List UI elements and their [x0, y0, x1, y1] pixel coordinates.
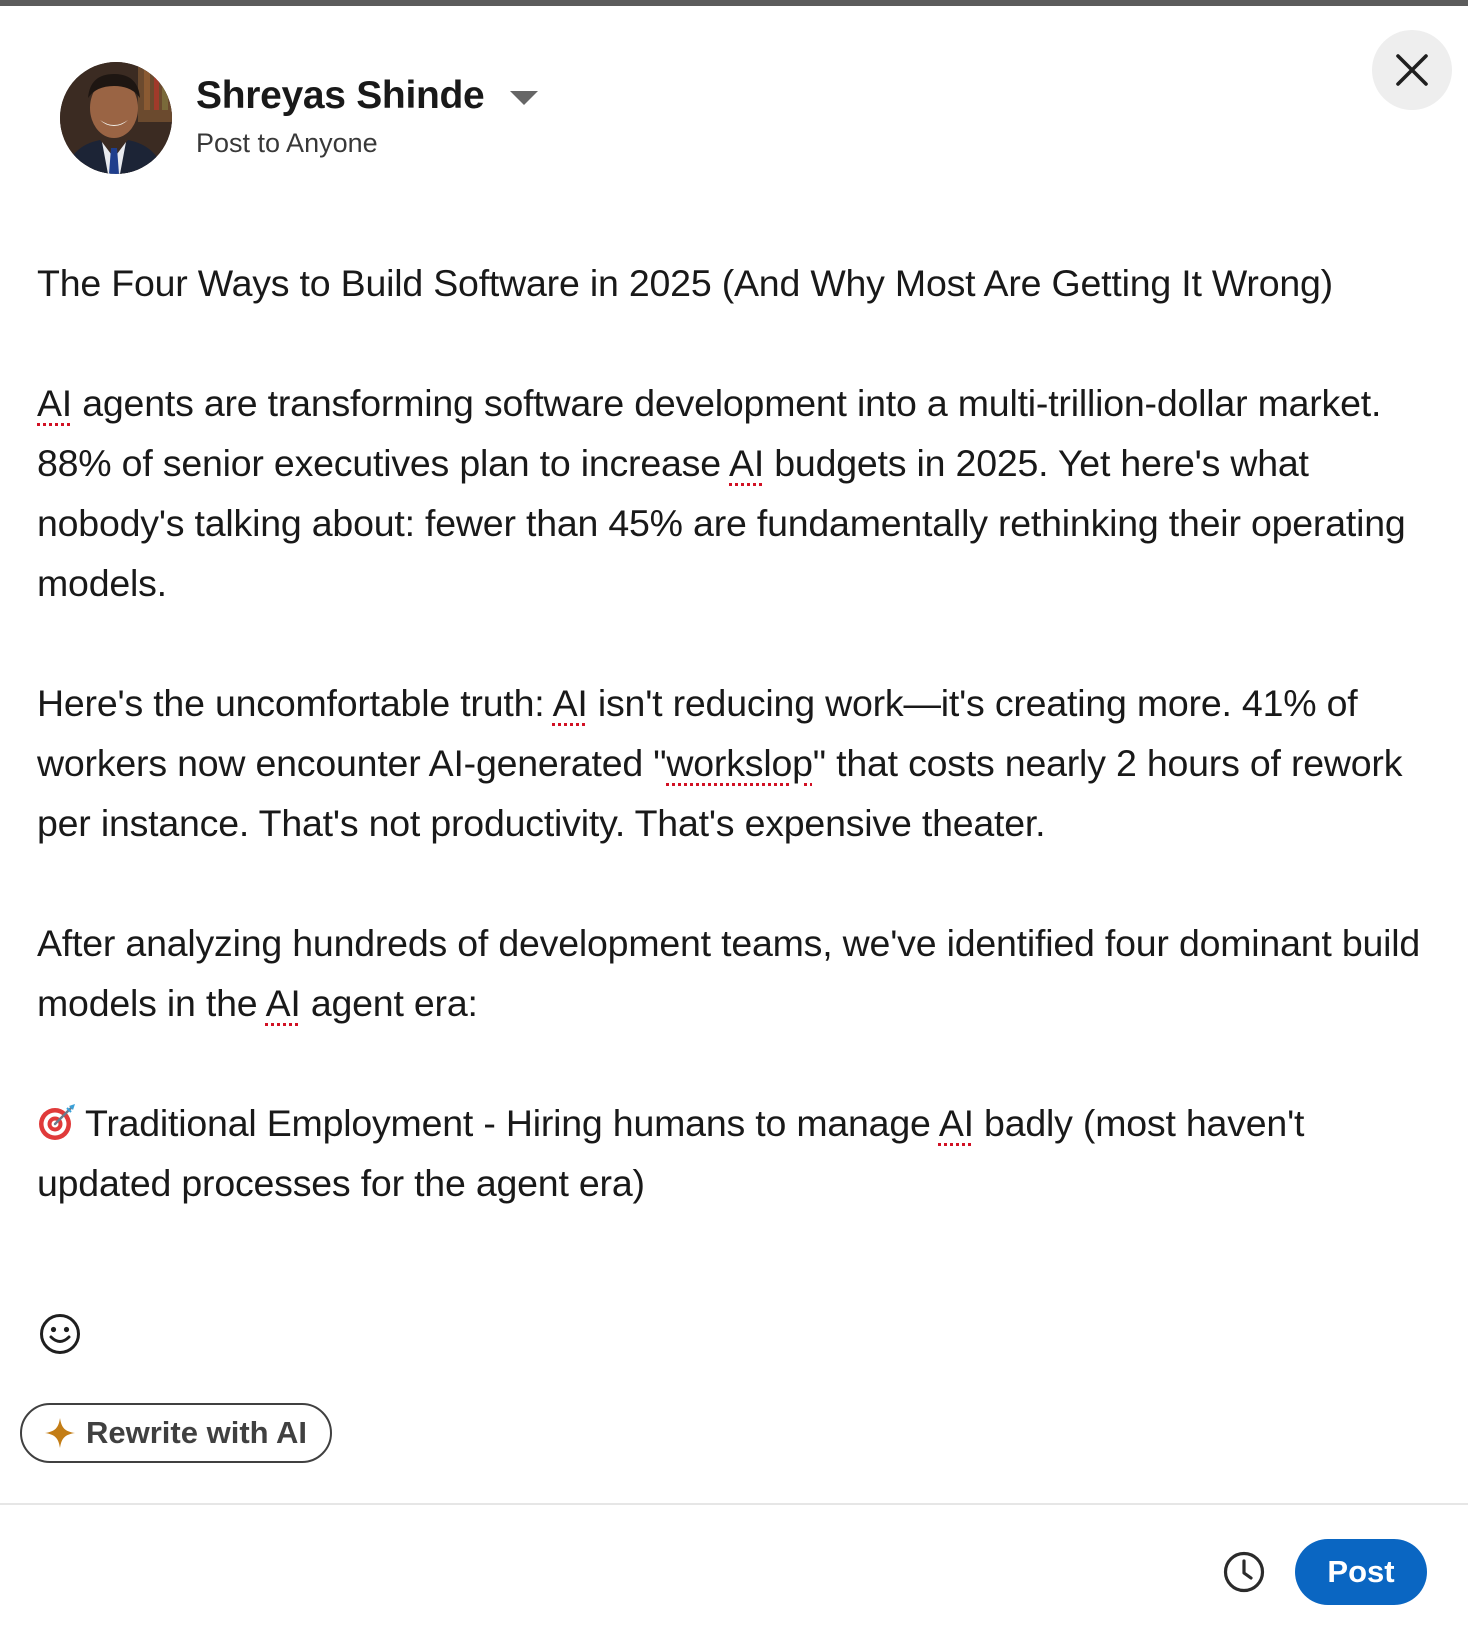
footer-divider	[0, 1503, 1468, 1505]
rewrite-with-ai-button[interactable]: Rewrite with AI	[20, 1403, 332, 1463]
author-selector[interactable]: Shreyas Shinde Post to Anyone	[196, 62, 539, 159]
post-title-line: The Four Ways to Build Software in 2025 …	[37, 262, 1333, 304]
spellcheck-word[interactable]: AI	[37, 382, 72, 424]
post-paragraph-2: Here's the uncomfortable truth: AI isn't…	[37, 682, 1403, 844]
schedule-post-button[interactable]	[1222, 1550, 1266, 1594]
audience-label: Post to Anyone	[196, 128, 378, 158]
modal-top-edge	[0, 0, 1468, 6]
spellcheck-word[interactable]: AI	[939, 1102, 974, 1144]
caret-down-icon	[510, 91, 539, 105]
composer-header: Shreyas Shinde Post to Anyone	[60, 62, 539, 174]
spellcheck-word[interactable]: AI	[266, 982, 301, 1024]
spellcheck-word[interactable]: AI	[553, 682, 588, 724]
rewrite-label: Rewrite with AI	[86, 1415, 308, 1450]
direct-hit-target-emoji	[39, 1104, 75, 1140]
spellcheck-word[interactable]: AI	[729, 442, 764, 484]
author-name: Shreyas Shinde	[196, 74, 485, 117]
clock-icon	[1223, 1551, 1265, 1593]
smiley-icon	[40, 1314, 80, 1354]
spellcheck-word[interactable]: workslop	[666, 742, 813, 784]
emoji-button[interactable]	[38, 1312, 82, 1356]
avatar	[60, 62, 172, 174]
post-paragraph-1: AI agents are transforming software deve…	[37, 382, 1406, 604]
post-paragraph-4: Traditional Employment - Hiring humans t…	[37, 1102, 1305, 1204]
post-text-editor[interactable]: The Four Ways to Build Software in 2025 …	[37, 253, 1437, 1213]
close-icon	[1396, 54, 1428, 86]
sparkle-icon	[45, 1418, 75, 1448]
post-paragraph-3: After analyzing hundreds of development …	[37, 922, 1421, 1024]
post-button[interactable]: Post	[1295, 1539, 1427, 1605]
close-button[interactable]	[1372, 30, 1452, 110]
